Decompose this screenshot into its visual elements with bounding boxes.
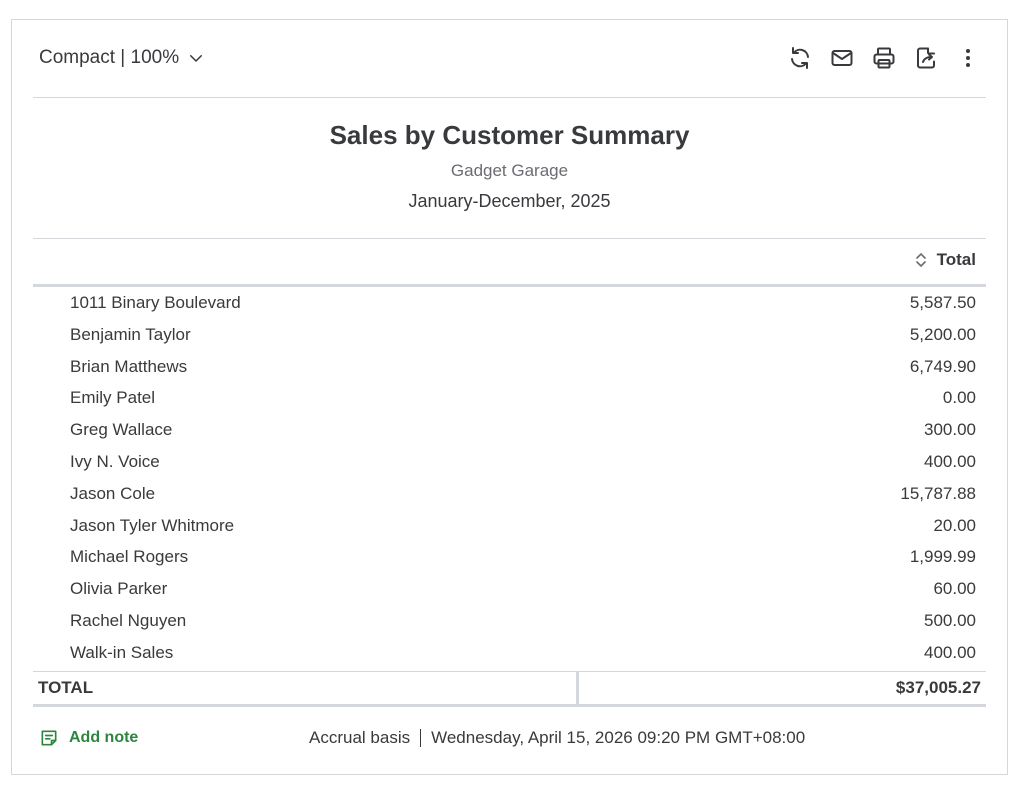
sort-icon bbox=[915, 253, 926, 267]
customer-total[interactable]: 5,587.50 bbox=[910, 293, 976, 313]
table-row[interactable]: Jason Tyler Whitmore 20.00 bbox=[33, 512, 986, 544]
customer-total[interactable]: 300.00 bbox=[924, 420, 976, 440]
table-row[interactable]: Walk-in Sales 400.00 bbox=[33, 639, 986, 671]
total-column-header[interactable]: Total bbox=[915, 250, 976, 270]
add-note-label: Add note bbox=[69, 729, 139, 746]
view-size-dropdown[interactable]: Compact | 100% bbox=[39, 47, 205, 69]
customer-name[interactable]: Greg Wallace bbox=[70, 420, 172, 440]
column-divider bbox=[576, 671, 579, 704]
customer-name[interactable]: Rachel Nguyen bbox=[70, 611, 186, 631]
view-size-label: Compact | 100% bbox=[39, 47, 180, 68]
customer-total[interactable]: 400.00 bbox=[924, 643, 976, 663]
customer-name[interactable]: Jason Tyler Whitmore bbox=[70, 516, 234, 536]
customer-total[interactable]: 500.00 bbox=[924, 611, 976, 631]
table-row[interactable]: Greg Wallace 300.00 bbox=[33, 416, 986, 448]
report-meta: Accrual basis Wednesday, April 15, 2026 … bbox=[309, 728, 805, 748]
customer-total[interactable]: 6,749.90 bbox=[910, 357, 976, 377]
customer-name[interactable]: Jason Cole bbox=[70, 484, 155, 504]
total-label: TOTAL bbox=[38, 677, 94, 697]
customer-total[interactable]: 60.00 bbox=[933, 579, 976, 599]
table-row[interactable]: Benjamin Taylor 5,200.00 bbox=[33, 321, 986, 353]
table-body: 1011 Binary Boulevard 5,587.50 Benjamin Ta… bbox=[33, 287, 986, 671]
table-row[interactable]: Michael Rogers 1,999.99 bbox=[33, 543, 986, 575]
customer-name[interactable]: 1011 Binary Boulevard bbox=[70, 293, 241, 313]
total-amount: $37,005.27 bbox=[895, 677, 981, 697]
export-button[interactable] bbox=[912, 44, 940, 72]
customer-name[interactable]: Ivy N. Voice bbox=[70, 452, 160, 472]
customer-total[interactable]: 1,999.99 bbox=[910, 547, 976, 567]
customer-total[interactable]: 20.00 bbox=[933, 516, 976, 536]
customer-name[interactable]: Emily Patel bbox=[70, 388, 155, 408]
company-name: Gadget Garage bbox=[450, 161, 569, 180]
table-row[interactable]: Rachel Nguyen 500.00 bbox=[33, 607, 986, 639]
table-row[interactable]: Brian Matthews 6,749.90 bbox=[33, 353, 986, 385]
total-column-label: Total bbox=[936, 250, 976, 269]
table-row[interactable]: Olivia Parker 60.00 bbox=[33, 575, 986, 607]
report-table: Total 1011 Binary Boulevard 5,587.50 Benja… bbox=[33, 238, 986, 707]
accounting-basis: Accrual basis bbox=[309, 728, 411, 747]
total-row: TOTAL $37,005.27 bbox=[33, 670, 986, 707]
report-timestamp: Wednesday, April 15, 2026 09:20 PM GMT+0… bbox=[431, 728, 806, 747]
customer-name[interactable]: Michael Rogers bbox=[70, 547, 188, 567]
export-icon bbox=[917, 47, 935, 69]
note-icon bbox=[41, 730, 57, 746]
customer-total[interactable]: 15,787.88 bbox=[900, 484, 976, 504]
report-period: January-December, 2025 bbox=[408, 191, 611, 211]
email-button[interactable] bbox=[828, 44, 856, 72]
email-icon bbox=[831, 50, 853, 66]
table-row[interactable]: 1011 Binary Boulevard 5,587.50 bbox=[33, 289, 986, 321]
refresh-icon bbox=[791, 47, 809, 69]
customer-name[interactable]: Walk-in Sales bbox=[70, 643, 173, 663]
table-header: Total bbox=[33, 238, 986, 287]
report-footer: Add note Accrual basis Wednesday, April … bbox=[33, 720, 986, 758]
table-row[interactable]: Ivy N. Voice 400.00 bbox=[33, 448, 986, 480]
customer-name[interactable]: Brian Matthews bbox=[70, 357, 187, 377]
more-options-button[interactable] bbox=[954, 44, 982, 72]
refresh-button[interactable] bbox=[786, 44, 814, 72]
customer-total[interactable]: 5,200.00 bbox=[910, 325, 976, 345]
report-toolbar: Compact | 100% bbox=[33, 20, 986, 98]
chevron-down-icon bbox=[190, 55, 203, 62]
report-header: Sales by Customer Summary Gadget Garage … bbox=[33, 97, 986, 239]
customer-name[interactable]: Olivia Parker bbox=[70, 579, 167, 599]
customer-total[interactable]: 400.00 bbox=[924, 452, 976, 472]
table-row[interactable]: Emily Patel 0.00 bbox=[33, 384, 986, 416]
table-row[interactable]: Jason Cole 15,787.88 bbox=[33, 480, 986, 512]
print-button[interactable] bbox=[870, 44, 898, 72]
customer-name[interactable]: Benjamin Taylor bbox=[70, 325, 191, 345]
add-note-button[interactable]: Add note bbox=[39, 728, 138, 748]
print-icon bbox=[873, 47, 895, 69]
report-title: Sales by Customer Summary bbox=[329, 120, 690, 150]
meta-divider bbox=[420, 729, 422, 747]
customer-total[interactable]: 0.00 bbox=[943, 388, 976, 408]
report-card: Compact | 100% Sales by Customer Summary… bbox=[11, 19, 1008, 775]
more-icon bbox=[966, 49, 970, 67]
